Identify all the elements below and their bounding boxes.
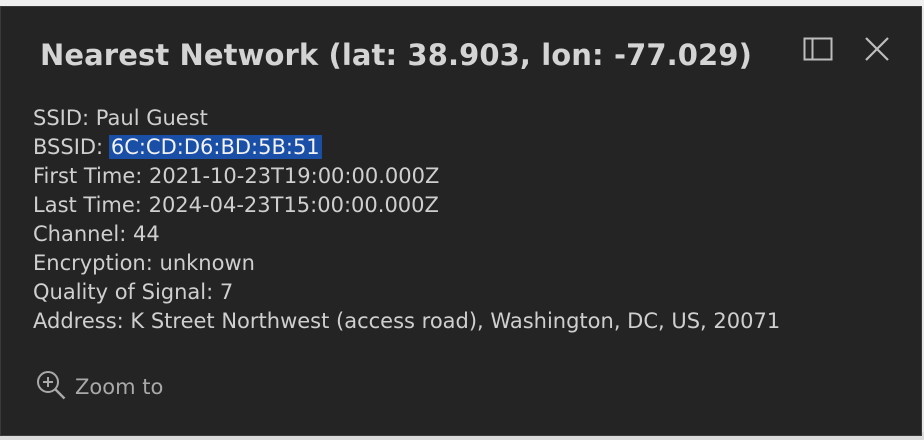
encryption-row: Encryption: unknown [33, 249, 893, 278]
channel-label: Channel: [33, 222, 127, 246]
first-time-row: First Time: 2021-10-23T19:00:00.000Z [33, 162, 893, 191]
close-icon [864, 36, 890, 66]
zoom-to-button[interactable]: Zoom to [35, 369, 163, 405]
close-button[interactable] [859, 33, 895, 69]
network-popup: Nearest Network (lat: 38.903, lon: -77.0… [0, 6, 922, 436]
encryption-label: Encryption: [33, 251, 153, 275]
channel-value: 44 [132, 222, 160, 246]
last-time-value: 2024-04-23T15:00:00.000Z [148, 193, 439, 217]
first-time-label: First Time: [33, 164, 143, 188]
ssid-row: SSID: Paul Guest [33, 104, 893, 133]
address-label: Address: [33, 309, 124, 333]
first-time-value: 2021-10-23T19:00:00.000Z [149, 164, 440, 188]
bssid-label: BSSID: [33, 135, 104, 159]
ssid-label: SSID: [33, 106, 90, 130]
address-value: K Street Northwest (access road), Washin… [130, 309, 781, 333]
bssid-row: BSSID: 6C:CD:D6:BD:5B:51 [33, 133, 893, 162]
dock-button[interactable] [800, 33, 836, 69]
zoom-to-label: Zoom to [75, 375, 164, 399]
popup-header: Nearest Network (lat: 38.903, lon: -77.0… [1, 7, 921, 97]
zoom-in-icon [35, 369, 67, 405]
popup-content: SSID: Paul Guest BSSID: 6C:CD:D6:BD:5B:5… [33, 104, 893, 336]
quality-label: Quality of Signal: [33, 280, 214, 304]
address-row: Address: K Street Northwest (access road… [33, 307, 893, 336]
channel-row: Channel: 44 [33, 220, 893, 249]
ssid-value: Paul Guest [95, 106, 208, 130]
quality-value: 7 [219, 280, 234, 304]
dock-panel-icon [803, 37, 833, 65]
bssid-value[interactable]: 6C:CD:D6:BD:5B:51 [108, 135, 322, 159]
last-time-row: Last Time: 2024-04-23T15:00:00.000Z [33, 191, 893, 220]
encryption-value: unknown [159, 251, 255, 275]
quality-row: Quality of Signal: 7 [33, 278, 893, 307]
last-time-label: Last Time: [33, 193, 142, 217]
popup-title: Nearest Network (lat: 38.903, lon: -77.0… [40, 38, 752, 72]
